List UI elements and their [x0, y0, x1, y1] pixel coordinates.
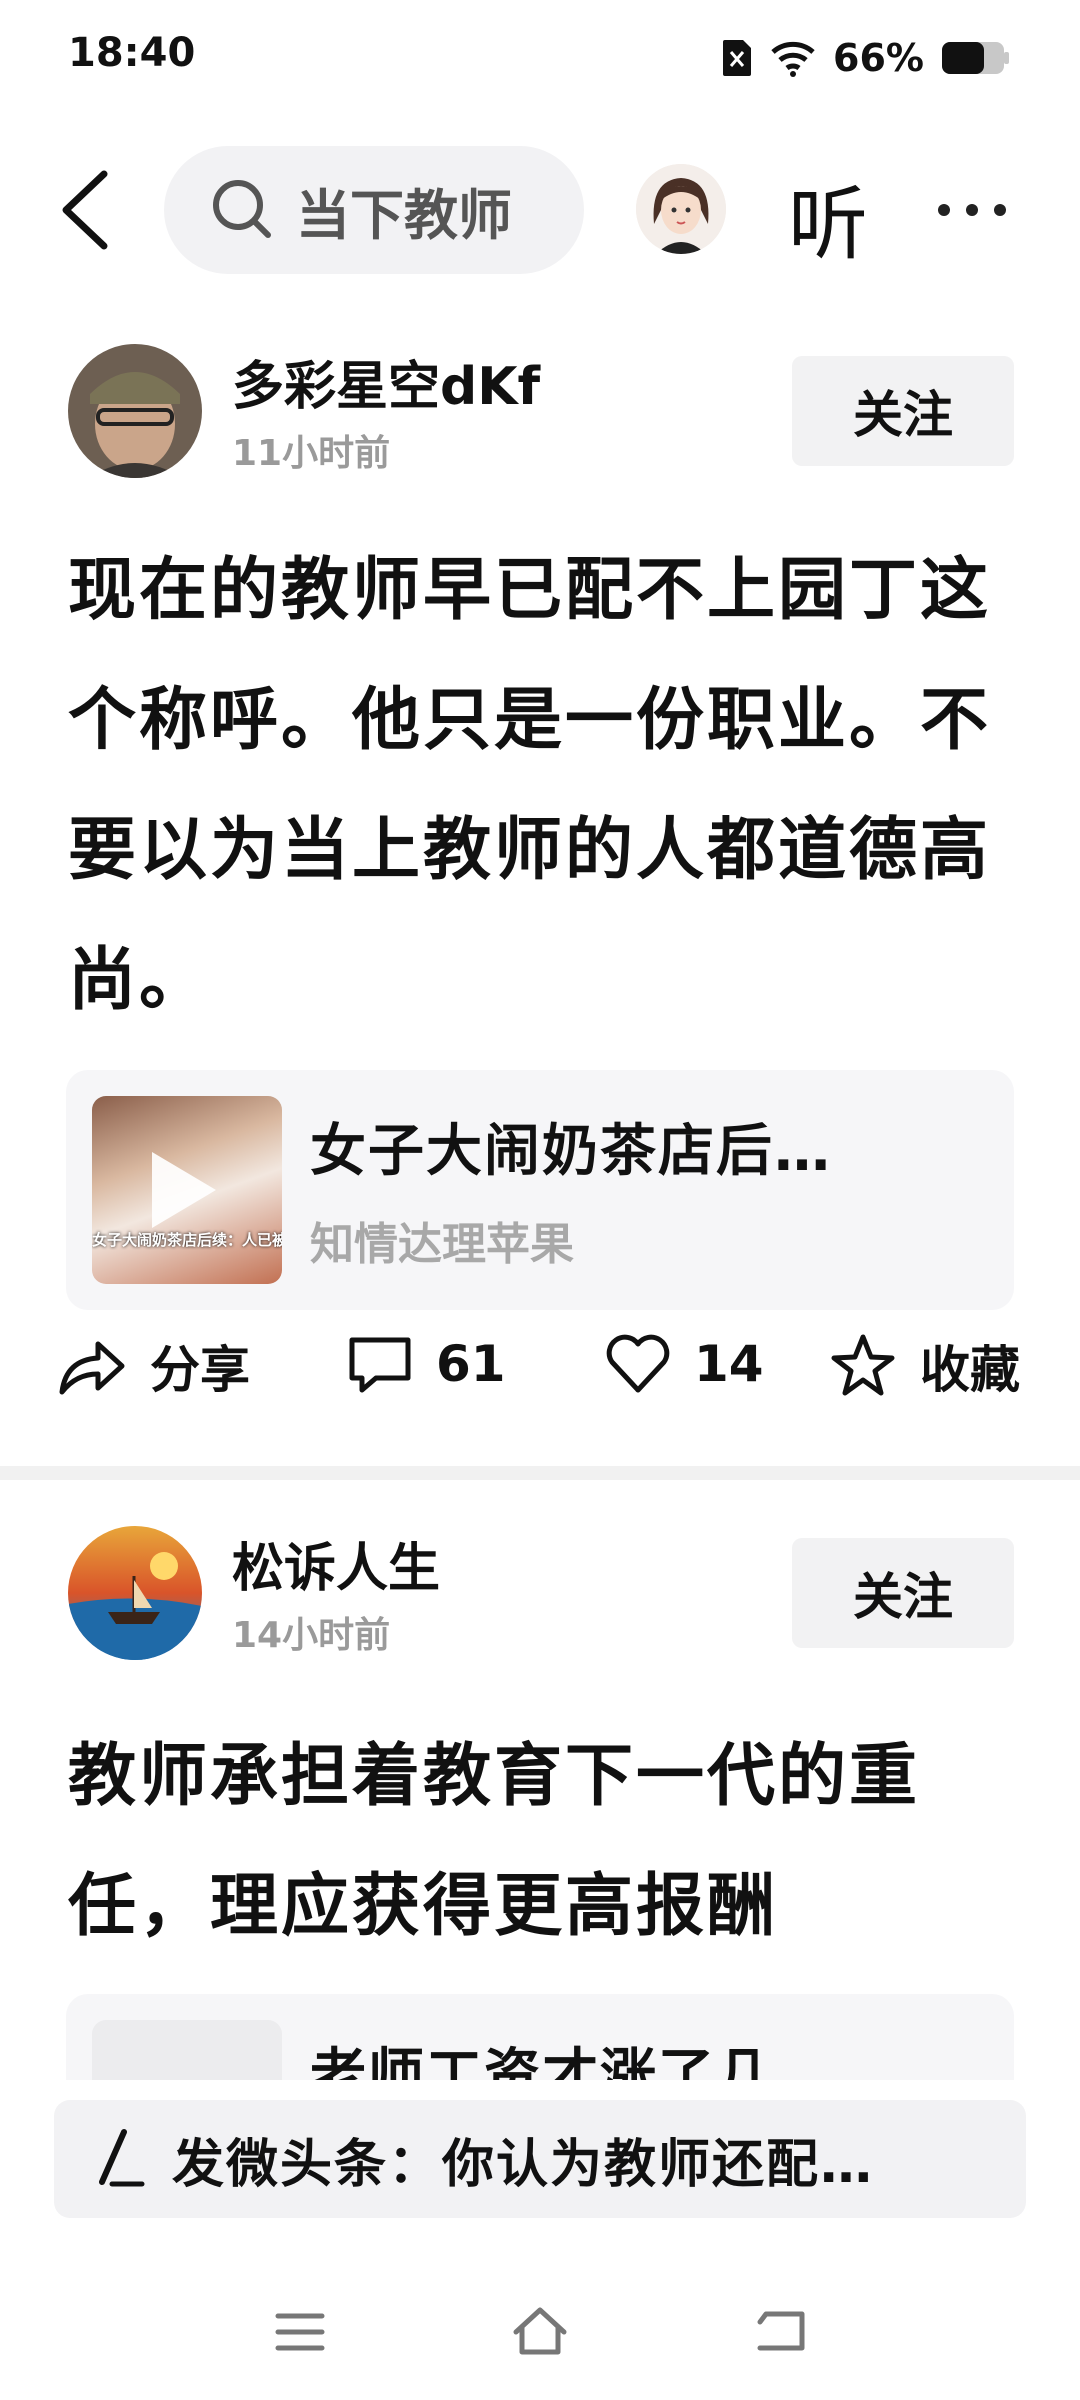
- status-time: 18:40: [68, 30, 196, 76]
- wifi-icon: [771, 41, 815, 77]
- card-title: 女子大闹奶茶店后…: [310, 1119, 832, 1184]
- search-bar[interactable]: 当下教师: [164, 146, 584, 274]
- author-name[interactable]: 松诉人生: [232, 1526, 440, 1601]
- thumbnail-caption: 女子大闹奶茶店后续：人已被扒证件曝光彻底社死，职业: [92, 1231, 282, 1249]
- feed-divider: [0, 1466, 1080, 1480]
- star-icon: [831, 1334, 895, 1396]
- avatar-illustration-icon: [636, 164, 726, 254]
- battery-percent: 66%: [833, 36, 924, 80]
- share-icon: [59, 1341, 125, 1395]
- comment-icon: [349, 1337, 411, 1393]
- back-nav-icon[interactable]: [752, 2302, 812, 2362]
- post-body[interactable]: 教师承担着教育下一代的重任，理应获得更高报酬: [68, 1712, 1028, 1972]
- avatar-photo-icon: [68, 344, 202, 478]
- like-count: 14: [694, 1335, 764, 1393]
- comment-button[interactable]: 61: [346, 1330, 506, 1398]
- post-actions: 分享 61 14 收藏: [56, 1330, 1036, 1430]
- sim-off-icon: [723, 40, 752, 76]
- follow-button[interactable]: 关注: [792, 356, 1014, 466]
- video-thumbnail: 女子大闹奶茶店后续：人已被扒证件曝光彻底社死，职业: [92, 1096, 282, 1284]
- author-avatar[interactable]: [68, 344, 202, 478]
- share-button[interactable]: 分享: [56, 1330, 250, 1402]
- back-icon[interactable]: [52, 160, 122, 260]
- follow-button[interactable]: 关注: [792, 1538, 1014, 1648]
- share-label: 分享: [150, 1341, 250, 1399]
- linked-video-card[interactable]: 女子大闹奶茶店后续：人已被扒证件曝光彻底社死，职业 女子大闹奶茶店后… 知情达理…: [66, 1070, 1014, 1310]
- battery-icon: [942, 42, 1009, 74]
- linked-article-card[interactable]: 老师工资才涨了几…: [66, 1994, 1014, 2080]
- compose-prompt: 发微头条：你认为教师还配…: [172, 2134, 875, 2195]
- favorite-label: 收藏: [920, 1341, 1020, 1399]
- author-name[interactable]: 多彩星空dKf: [232, 344, 540, 419]
- search-icon: [213, 180, 271, 238]
- compose-bar[interactable]: 发微头条：你认为教师还配…: [54, 2100, 1026, 2218]
- avatar-painting-icon: [68, 1526, 202, 1660]
- search-query: 当下教师: [296, 183, 512, 247]
- status-icons: 66%: [721, 34, 1010, 82]
- pen-icon: [99, 2129, 145, 2187]
- post-body[interactable]: 现在的教师早已配不上园丁这个称呼。他只是一份职业。不要以为当上教师的人都道德高尚…: [68, 526, 1028, 1046]
- home-nav-icon[interactable]: [510, 2302, 570, 2362]
- user-avatar[interactable]: [636, 164, 726, 254]
- menu-nav-icon[interactable]: [270, 2302, 330, 2362]
- card-source: 知情达理苹果: [310, 1219, 574, 1270]
- play-icon: [152, 1152, 216, 1228]
- like-button[interactable]: 14: [604, 1330, 764, 1398]
- favorite-button[interactable]: 收藏: [828, 1330, 1020, 1402]
- heart-icon: [606, 1334, 670, 1393]
- post-time: 14小时前: [232, 1615, 391, 1656]
- author-avatar[interactable]: [68, 1526, 202, 1660]
- card-title: 老师工资才涨了几…: [310, 2043, 832, 2080]
- listen-button[interactable]: 听: [788, 160, 868, 276]
- comment-count: 61: [436, 1335, 506, 1393]
- more-icon[interactable]: [938, 204, 1006, 216]
- linked-card-clip: 老师工资才涨了几…: [66, 1994, 1014, 2080]
- article-thumbnail: [92, 2020, 282, 2080]
- post-time: 11小时前: [232, 433, 391, 474]
